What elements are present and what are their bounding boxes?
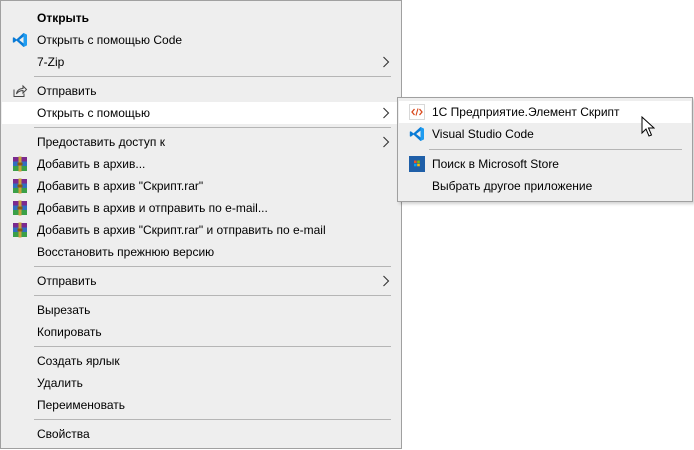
menu-item-restore-previous[interactable]: Восстановить прежнюю версию [2,241,400,263]
submenu-item-choose-another-label: Выбрать другое приложение [432,179,593,193]
chevron-right-icon [383,275,390,287]
menu-item-send-to[interactable]: Отправить [2,270,400,292]
submenu-item-store-label: Поиск в Microsoft Store [432,157,559,171]
winrar-icon [12,222,28,238]
menu-separator [34,127,391,128]
submenu-separator [429,149,682,150]
menu-item-send-to-label: Отправить [37,274,97,288]
menu-item-add-and-email[interactable]: Добавить в архив и отправить по e-mail..… [2,197,400,219]
menu-item-7zip[interactable]: 7-Zip [2,51,400,73]
menu-item-open-with-code-label: Открыть с помощью Code [37,33,183,47]
menu-separator [34,76,391,77]
menu-item-delete[interactable]: Удалить [2,372,400,394]
menu-item-rename-label: Переименовать [37,398,125,412]
share-icon [12,83,28,99]
menu-item-open-with-code[interactable]: Открыть с помощью Code [2,29,400,51]
context-menu: Открыть Открыть с помощью Code 7-Zip Отп… [0,0,402,449]
menu-item-create-shortcut[interactable]: Создать ярлык [2,350,400,372]
menu-item-add-rar-and-email-label: Добавить в архив "Скрипт.rar" и отправит… [37,223,326,237]
menu-item-copy-label: Копировать [37,325,102,339]
submenu-item-choose-another[interactable]: Выбрать другое приложение [399,175,691,197]
menu-item-open-with[interactable]: Открыть с помощью [2,102,400,124]
menu-item-restore-previous-label: Восстановить прежнюю версию [37,245,215,259]
vscode-icon [12,32,28,48]
microsoft-store-icon [409,156,425,172]
1c-script-icon [409,104,425,120]
menu-separator [34,419,391,420]
open-with-submenu: 1С Предприятие.Элемент Скрипт Visual Stu… [397,97,693,202]
menu-item-share[interactable]: Отправить [2,80,400,102]
menu-item-add-to-rar[interactable]: Добавить в архив "Скрипт.rar" [2,175,400,197]
submenu-item-store[interactable]: Поиск в Microsoft Store [399,153,691,175]
menu-item-create-shortcut-label: Создать ярлык [37,354,120,368]
chevron-right-icon [383,56,390,68]
menu-item-add-rar-and-email[interactable]: Добавить в архив "Скрипт.rar" и отправит… [2,219,400,241]
winrar-icon [12,200,28,216]
menu-item-open[interactable]: Открыть [2,7,400,29]
menu-item-open-with-label: Открыть с помощью [37,106,151,120]
menu-separator [34,346,391,347]
submenu-item-vscode-label: Visual Studio Code [432,127,534,141]
menu-item-give-access[interactable]: Предоставить доступ к [2,131,400,153]
menu-item-cut[interactable]: Вырезать [2,299,400,321]
menu-item-properties[interactable]: Свойства [2,423,400,445]
winrar-icon [12,178,28,194]
mouse-cursor-icon [641,116,655,137]
menu-item-give-access-label: Предоставить доступ к [37,135,165,149]
menu-item-cut-label: Вырезать [37,303,91,317]
menu-item-copy[interactable]: Копировать [2,321,400,343]
menu-item-open-label: Открыть [37,11,90,25]
menu-separator [34,295,391,296]
menu-item-rename[interactable]: Переименовать [2,394,400,416]
menu-item-add-and-email-label: Добавить в архив и отправить по e-mail..… [37,201,268,215]
menu-item-add-to-archive-label: Добавить в архив... [37,157,146,171]
menu-item-properties-label: Свойства [37,427,90,441]
winrar-icon [12,156,28,172]
menu-item-7zip-label: 7-Zip [37,55,65,69]
chevron-right-icon [383,107,390,119]
submenu-item-1c-script-label: 1С Предприятие.Элемент Скрипт [432,105,620,119]
menu-item-share-label: Отправить [37,84,97,98]
menu-item-delete-label: Удалить [37,376,83,390]
chevron-right-icon [383,136,390,148]
menu-item-add-to-rar-label: Добавить в архив "Скрипт.rar" [37,179,204,193]
menu-item-add-to-archive[interactable]: Добавить в архив... [2,153,400,175]
menu-separator [34,266,391,267]
vscode-icon [409,126,425,142]
